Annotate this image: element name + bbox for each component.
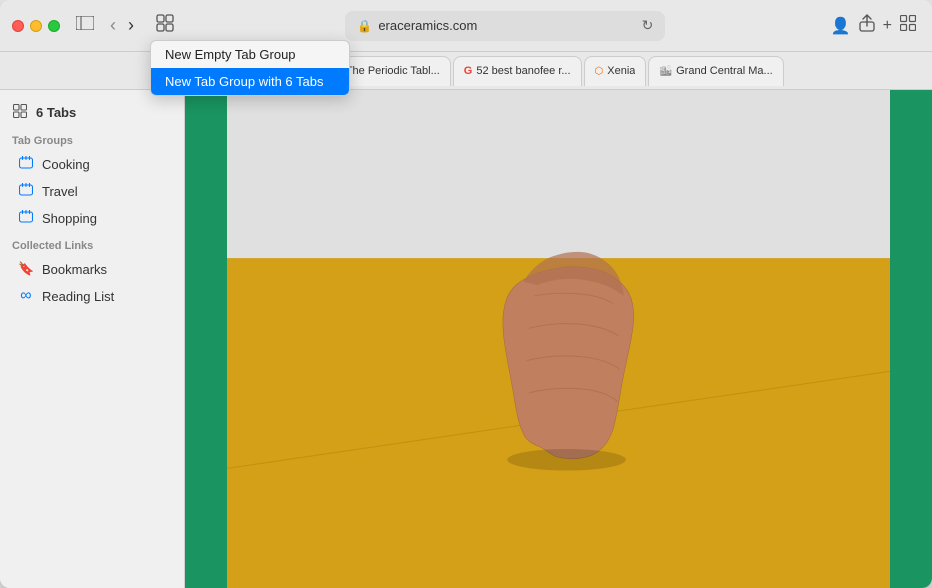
green-panel-left (185, 90, 227, 588)
forward-button[interactable]: › (124, 13, 138, 38)
maximize-button[interactable] (48, 20, 60, 32)
new-tab-group-area: New Empty Tab Group New Tab Group with 6… (150, 10, 180, 41)
sidebar-item-travel[interactable]: Travel (6, 178, 178, 205)
addressbar-area: 🔒 eraceramics.com ↻ (188, 11, 823, 41)
lock-icon: 🔒 (357, 19, 372, 33)
sidebar-item-cooking[interactable]: Cooking (6, 151, 178, 178)
new-empty-tab-group-option[interactable]: New Empty Tab Group (151, 41, 349, 68)
tab-4[interactable]: ⬡ Xenia (584, 56, 647, 86)
profile-button[interactable]: 👤 (831, 16, 851, 36)
address-text: eraceramics.com (378, 18, 635, 33)
new-tab-group-button[interactable] (150, 10, 180, 41)
bookmarks-icon: 🔖 (18, 261, 34, 277)
shopping-label: Shopping (42, 211, 97, 226)
tab-overview-button[interactable] (900, 15, 916, 36)
sidebar-item-bookmarks[interactable]: 🔖 Bookmarks (6, 256, 178, 282)
titlebar: ‹ › New Empty Tab Group New Tab Group wi… (0, 0, 932, 52)
sidebar-item-reading-list[interactable]: ∞ Reading List (6, 282, 178, 310)
green-panel-right (890, 90, 932, 588)
collected-links-section-label: Collected Links (0, 232, 184, 256)
sidebar: 6 Tabs Tab Groups Cooking (0, 90, 185, 588)
tab-5-label: Grand Central Ma... (676, 65, 773, 77)
tab-3[interactable]: G 52 best banofee r... (453, 56, 582, 86)
browser-window: ‹ › New Empty Tab Group New Tab Group wi… (0, 0, 932, 588)
shopping-icon (18, 210, 34, 227)
add-tab-button[interactable]: + (883, 17, 892, 35)
reading-list-label: Reading List (42, 289, 114, 304)
back-button[interactable]: ‹ (106, 13, 120, 38)
content-area (185, 90, 932, 588)
cooking-icon (18, 156, 34, 173)
cooking-label: Cooking (42, 157, 90, 172)
tab-groups-section-label: Tab Groups (0, 127, 184, 151)
reload-button[interactable]: ↻ (642, 17, 654, 34)
tab-4-icon: ⬡ (595, 66, 604, 77)
tab-2-label: The Periodic Tabl... (346, 65, 440, 77)
nav-buttons: ‹ › (106, 13, 138, 38)
all-tabs-icon (12, 104, 28, 121)
travel-icon (18, 183, 34, 200)
tab-group-dropdown: New Empty Tab Group New Tab Group with 6… (150, 40, 350, 96)
right-toolbar: 👤 + (831, 14, 916, 37)
new-tab-group-with-tabs-option[interactable]: New Tab Group with 6 Tabs (151, 68, 349, 95)
sidebar-item-shopping[interactable]: Shopping (6, 205, 178, 232)
all-tabs-label: 6 Tabs (36, 105, 76, 120)
close-button[interactable] (12, 20, 24, 32)
tab-5[interactable]: 🏙 Grand Central Ma... (648, 56, 783, 86)
share-button[interactable] (859, 14, 875, 37)
travel-label: Travel (42, 184, 78, 199)
tab-3-label: 52 best banofee r... (476, 65, 570, 77)
all-tabs-item[interactable]: 6 Tabs (0, 98, 184, 127)
tab-4-label: Xenia (607, 65, 635, 77)
main-area: 6 Tabs Tab Groups Cooking (0, 90, 932, 588)
tab-3-icon: G (464, 65, 473, 77)
minimize-button[interactable] (30, 20, 42, 32)
address-bar[interactable]: 🔒 eraceramics.com ↻ (345, 11, 665, 41)
webpage-content (227, 90, 890, 588)
sidebar-toggle-button[interactable] (76, 16, 94, 35)
bookmarks-label: Bookmarks (42, 262, 107, 277)
reading-list-icon: ∞ (18, 287, 34, 305)
traffic-lights (12, 20, 60, 32)
tab-5-icon: 🏙 (659, 66, 672, 77)
tabs-bar: ← Process / Era Cer... 📋 The Periodic Ta… (0, 52, 932, 90)
